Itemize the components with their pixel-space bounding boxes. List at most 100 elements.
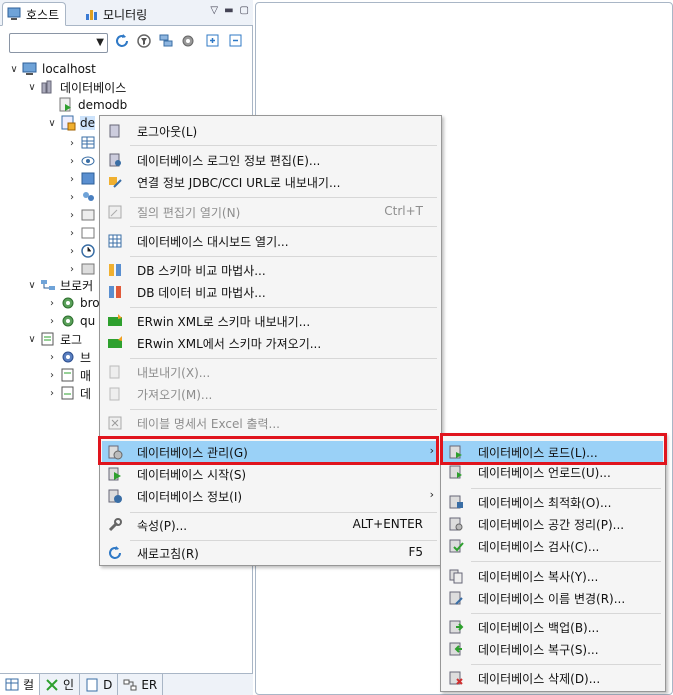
menu-item-erwin-import[interactable]: ERwin XML에서 스키마 가져오기... xyxy=(102,332,439,354)
export-icon xyxy=(107,364,123,380)
tree-node-tables[interactable]: › xyxy=(66,134,96,152)
tree-node-broker[interactable]: ∨ 브로커 xyxy=(26,276,93,294)
collapse-all-icon[interactable] xyxy=(228,33,246,51)
context-menu: 로그아웃(L) 데이터베이스 로그인 정보 편집(E)... 연결 정보 JDB… xyxy=(99,115,442,566)
chevron-down-icon[interactable]: ∨ xyxy=(26,333,38,345)
menu-item-erwin-export[interactable]: ERwin XML로 스키마 내보내기... xyxy=(102,310,439,332)
menu-item-label: 속성(P)... xyxy=(137,519,188,533)
menu-item-open-dashboard[interactable]: 데이터베이스 대시보드 열기... xyxy=(102,230,439,252)
chevron-down-icon[interactable]: ∨ xyxy=(8,63,20,75)
menu-item-export[interactable]: 내보내기(X)... xyxy=(102,361,439,383)
menu-item-refresh[interactable]: 새로고침(R) F5 xyxy=(102,542,439,564)
menu-item-data-compare[interactable]: DB 데이터 비교 마법사... xyxy=(102,281,439,303)
menu-item-db-copy[interactable]: 데이터베이스 복사(Y)... xyxy=(443,565,663,587)
menu-item-db-check[interactable]: 데이터베이스 검사(C)... xyxy=(443,535,663,557)
tree-label: bro xyxy=(80,296,100,310)
menu-item-edit-login[interactable]: 데이터베이스 로그인 정보 편집(E)... xyxy=(102,149,439,171)
navigator-toolbar: ▼ xyxy=(0,27,253,57)
menu-item-db-restore[interactable]: 데이터베이스 복구(S)... xyxy=(443,638,663,660)
tree-node-triggers[interactable]: › xyxy=(66,206,96,224)
menu-item-db-backup[interactable]: 데이터베이스 백업(B)... xyxy=(443,616,663,638)
chevron-right-icon[interactable]: › xyxy=(66,173,78,185)
menu-item-db-optimize[interactable]: 데이터베이스 최적화(O)... xyxy=(443,491,663,513)
chevron-down-icon[interactable]: ∨ xyxy=(26,279,38,291)
tree-node-log-child-1[interactable]: › 브 xyxy=(46,348,91,366)
tree-node-log-child-3[interactable]: › 데 xyxy=(46,384,91,402)
chevron-right-icon[interactable]: › xyxy=(46,369,58,381)
chevron-down-icon[interactable]: ∨ xyxy=(46,117,58,129)
menu-item-db-delete[interactable]: 데이터베이스 삭제(D)... xyxy=(443,667,663,689)
menu-separator xyxy=(130,540,437,541)
broker-gear-icon xyxy=(60,313,76,329)
bottom-tab-column[interactable]: 컬 xyxy=(0,674,41,695)
chevron-right-icon[interactable]: › xyxy=(66,191,78,203)
database-folder-icon xyxy=(40,79,56,95)
db-manage-submenu: 데이터베이스 로드(L)... 데이터베이스 언로드(U)... 데이터베이스 … xyxy=(440,433,666,692)
chevron-right-icon[interactable]: › xyxy=(66,137,78,149)
db-unload-icon xyxy=(448,464,464,480)
chevron-right-icon[interactable]: › xyxy=(46,387,58,399)
menu-item-label: 연결 정보 JDBC/CCI URL로 내보내기... xyxy=(137,176,341,190)
chevron-right-icon[interactable]: › xyxy=(66,155,78,167)
tree-node-jobs[interactable]: › xyxy=(66,242,96,260)
menu-item-properties[interactable]: 속성(P)... ALT+ENTER xyxy=(102,514,439,536)
tree-node-log[interactable]: ∨ 로그 xyxy=(26,330,82,348)
menu-item-db-compact[interactable]: 데이터베이스 공간 정리(P)... xyxy=(443,513,663,535)
tree-node-localhost[interactable]: ∨ localhost xyxy=(8,60,96,78)
tree-node-views[interactable]: › xyxy=(66,152,96,170)
maximize-icon[interactable]: ▢ xyxy=(240,5,249,16)
db-rename-icon xyxy=(448,590,464,606)
data-compare-icon xyxy=(107,284,123,300)
chevron-right-icon[interactable]: › xyxy=(66,263,78,275)
menu-item-export-url[interactable]: 연결 정보 JDBC/CCI URL로 내보내기... xyxy=(102,171,439,193)
bottom-tab-index[interactable]: 인 xyxy=(40,674,81,695)
refresh-icon[interactable] xyxy=(114,33,132,51)
tab-monitoring[interactable]: 모니터링 xyxy=(80,2,153,26)
tree-node-selected-db[interactable]: ∨ de xyxy=(46,114,95,132)
chevron-down-icon[interactable]: ∨ xyxy=(26,81,38,93)
db-optimize-icon xyxy=(448,494,464,510)
menu-item-db-info[interactable]: 데이터베이스 정보(I) › xyxy=(102,485,439,507)
tree-node-demodb[interactable]: demodb xyxy=(58,96,127,114)
chevron-right-icon[interactable]: › xyxy=(66,209,78,221)
chevron-right-icon[interactable]: › xyxy=(66,227,78,239)
edit-login-icon xyxy=(107,152,123,168)
menu-item-db-load[interactable]: 데이터베이스 로드(L)... xyxy=(443,441,663,463)
tree-node-databases[interactable]: ∨ 데이터베이스 xyxy=(26,78,126,96)
import-icon xyxy=(107,386,123,402)
bottom-tab-ddl[interactable]: D xyxy=(80,674,119,695)
menu-item-table-spec-excel[interactable]: 테이블 명세서 Excel 출력... xyxy=(102,412,439,434)
bottom-tab-er[interactable]: ER xyxy=(118,674,164,695)
tree-node-broker-child-1[interactable]: › bro xyxy=(46,294,100,312)
menu-item-db-manage[interactable]: 데이터베이스 관리(G) › xyxy=(102,441,439,463)
chevron-right-icon[interactable]: › xyxy=(66,245,78,257)
menu-item-db-start[interactable]: 데이터베이스 시작(S) xyxy=(102,463,439,485)
server-group-icon[interactable] xyxy=(158,33,176,51)
view-menu-icon[interactable]: ▽ xyxy=(210,5,218,16)
menu-item-schema-compare[interactable]: DB 스키마 비교 마법사... xyxy=(102,259,439,281)
expand-all-icon[interactable] xyxy=(205,33,223,51)
tab-host[interactable]: 호스트 xyxy=(2,2,67,26)
menu-item-open-query-editor[interactable]: 질의 편집기 열기(N) Ctrl+T xyxy=(102,201,439,223)
broker-gear-icon xyxy=(60,349,76,365)
filter-icon[interactable] xyxy=(136,33,154,51)
menu-item-label: ERwin XML에서 스키마 가져오기... xyxy=(137,337,322,351)
menu-item-db-rename[interactable]: 데이터베이스 이름 변경(R)... xyxy=(443,587,663,609)
host-select[interactable]: ▼ xyxy=(9,33,108,53)
tree-node-users[interactable]: › xyxy=(66,188,96,206)
tree-label: 데이터베이스 xyxy=(60,80,127,95)
chevron-right-icon[interactable]: › xyxy=(46,351,58,363)
minimize-icon[interactable]: ▬ xyxy=(224,5,233,16)
menu-item-import[interactable]: 가져오기(M)... xyxy=(102,383,439,405)
chevron-right-icon[interactable]: › xyxy=(46,315,58,327)
tree-node-procedures[interactable]: › xyxy=(66,224,96,242)
menu-item-label: 데이터베이스 이름 변경(R)... xyxy=(478,592,626,606)
menu-item-logout[interactable]: 로그아웃(L) xyxy=(102,120,439,142)
tree-node-log-child-2[interactable]: › 매 xyxy=(46,366,91,384)
gear-icon[interactable] xyxy=(180,33,198,51)
tree-node-serials[interactable]: › xyxy=(66,170,96,188)
tree-node-broker-child-2[interactable]: › qu xyxy=(46,312,95,330)
chevron-right-icon[interactable]: › xyxy=(46,297,58,309)
menu-item-db-unload[interactable]: 데이터베이스 언로드(U)... xyxy=(443,461,663,483)
menu-separator xyxy=(471,488,661,489)
